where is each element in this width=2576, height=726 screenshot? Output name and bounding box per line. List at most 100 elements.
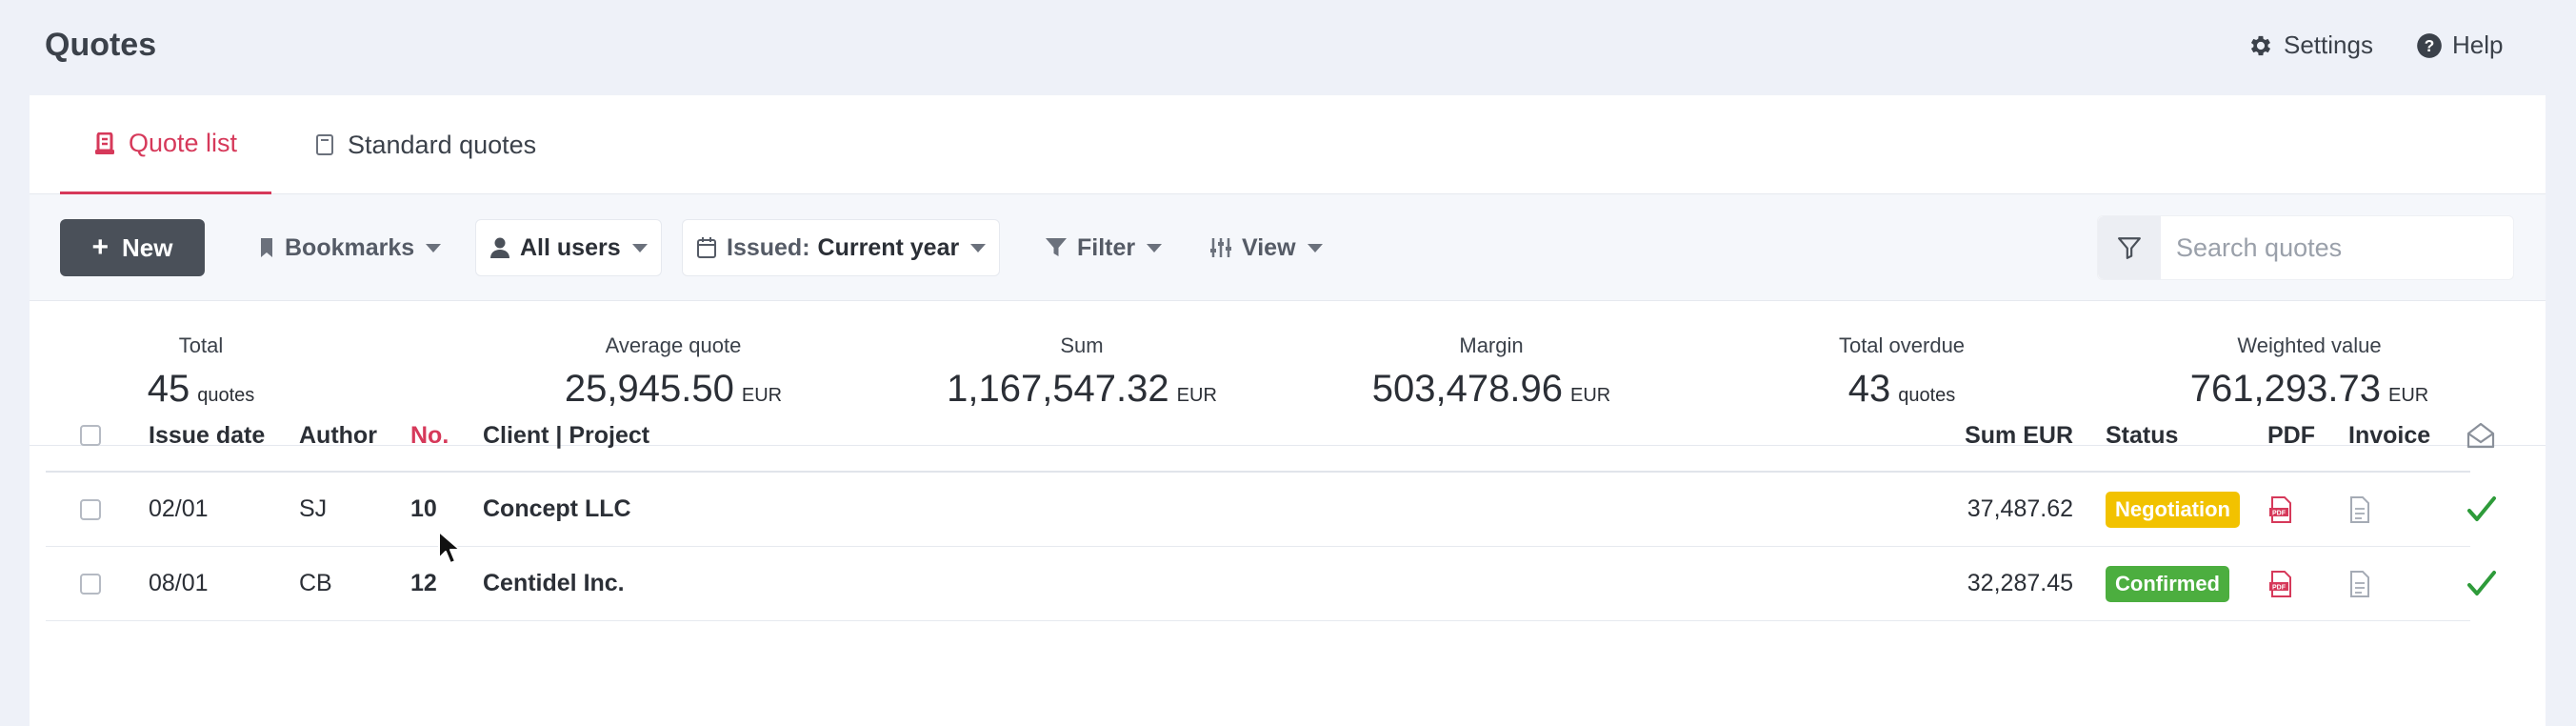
- new-button-label: New: [122, 232, 173, 262]
- svg-text:PDF: PDF: [2272, 584, 2286, 591]
- chevron-down-icon: [970, 243, 987, 252]
- column-issue-date[interactable]: Issue date: [149, 400, 265, 471]
- bookmark-icon: [261, 238, 272, 257]
- status-badge[interactable]: Confirmed: [2106, 565, 2229, 602]
- sum-value: 32,287.45: [1967, 570, 2073, 596]
- invoice-document-icon[interactable]: [2348, 495, 2371, 524]
- chevron-down-icon: [1147, 243, 1163, 252]
- column-sent: [2466, 400, 2495, 471]
- stat-average-quote: Average quote 25,945.50 EUR: [565, 333, 782, 411]
- view-dropdown[interactable]: View: [1196, 219, 1336, 276]
- quote-number: 10: [410, 495, 437, 522]
- invoice-cell: [2348, 547, 2371, 620]
- search-box: [2097, 215, 2514, 280]
- sliders-icon: [1210, 238, 1231, 257]
- quote-list-icon: [95, 131, 114, 154]
- help-link[interactable]: ? Help: [2416, 30, 2503, 60]
- client-name[interactable]: Concept LLC: [483, 473, 631, 546]
- select-all-checkbox[interactable]: [80, 425, 101, 446]
- stat-total-overdue: Total overdue 43 quotes: [1839, 333, 1965, 411]
- tab-quote-list-label: Quote list: [129, 129, 238, 157]
- column-no[interactable]: No.: [410, 400, 449, 471]
- plus-icon: +: [91, 232, 110, 263]
- mouse-cursor-icon: [438, 531, 461, 564]
- row-select-cell: [80, 547, 101, 620]
- top-bar: Quotes Settings ? Help: [0, 0, 2576, 95]
- table-row[interactable]: 02/01 SJ 10 Concept LLC 37,487.62 Negoti…: [46, 473, 2496, 547]
- row-checkbox[interactable]: [80, 498, 101, 520]
- stat-label: Weighted value: [2237, 333, 2382, 357]
- issue-date: 02/01: [149, 495, 209, 522]
- pdf-cell: PDF: [2267, 473, 2294, 546]
- issued-value: Current year: [817, 233, 960, 261]
- issue-date: 08/01: [149, 570, 209, 596]
- status-cell: Confirmed: [2106, 547, 2229, 620]
- stat-weighted-value: Weighted value 761,293.73 EUR: [2190, 333, 2428, 411]
- search-input[interactable]: [2161, 216, 2513, 279]
- issued-dropdown[interactable]: Issued: Current year: [682, 219, 1001, 276]
- stat-total: Total 45 quotes: [148, 333, 255, 411]
- invoice-cell: [2348, 473, 2371, 546]
- pdf-cell: PDF: [2267, 547, 2294, 620]
- row-select-cell: [80, 473, 101, 546]
- view-label: View: [1242, 233, 1296, 261]
- help-label: Help: [2452, 30, 2504, 59]
- stat-label: Total: [178, 333, 224, 357]
- filter-label: Filter: [1077, 233, 1136, 261]
- table-header-row: Issue date Author No. Client | Project S…: [46, 400, 2495, 473]
- funnel-icon: [1046, 238, 1067, 256]
- column-author[interactable]: Author: [299, 400, 377, 471]
- filter-dropdown[interactable]: Filter: [1031, 219, 1175, 276]
- search-filter-button[interactable]: [2098, 216, 2161, 279]
- quotes-table: Issue date Author No. Client | Project S…: [46, 400, 2496, 621]
- status-cell: Negotiation: [2106, 473, 2240, 546]
- users-dropdown[interactable]: All users: [475, 219, 662, 276]
- column-pdf: PDF: [2267, 421, 2315, 449]
- column-client-project[interactable]: Client | Project: [483, 400, 649, 471]
- stat-margin: Margin 503,478.96 EUR: [1372, 333, 1610, 411]
- tab-quote-list[interactable]: Quote list: [60, 95, 272, 194]
- funnel-outline-icon: [2118, 237, 2141, 259]
- envelope-open-icon: [2466, 422, 2495, 449]
- status-badge[interactable]: Negotiation: [2106, 491, 2240, 528]
- stat-sum: Sum 1,167,547.32 EUR: [947, 333, 1217, 411]
- checkmark-icon: [2467, 570, 2496, 595]
- issued-label: Issued:: [727, 233, 810, 261]
- svg-text:?: ?: [2425, 35, 2435, 54]
- tab-standard-quotes[interactable]: Standard quotes: [306, 95, 546, 194]
- client-name[interactable]: Centidel Inc.: [483, 547, 625, 620]
- svg-text:PDF: PDF: [2272, 510, 2286, 516]
- invoice-document-icon[interactable]: [2348, 570, 2371, 598]
- user-icon: [490, 237, 509, 258]
- chevron-down-icon: [1307, 243, 1323, 252]
- users-label: All users: [520, 233, 621, 261]
- pdf-icon[interactable]: PDF: [2267, 495, 2294, 524]
- bookmarks-dropdown[interactable]: Bookmarks: [245, 219, 454, 276]
- calendar-icon: [697, 237, 716, 258]
- row-checkbox[interactable]: [80, 573, 101, 595]
- stat-label: Total overdue: [1838, 333, 1966, 357]
- column-sum[interactable]: Sum EUR: [1907, 400, 2073, 471]
- bookmarks-label: Bookmarks: [285, 233, 415, 261]
- settings-label: Settings: [2284, 30, 2373, 59]
- toolbar: + New Bookmarks All users Issued: Curren…: [30, 194, 2546, 301]
- sum-value: 37,487.62: [1967, 495, 2073, 522]
- tab-standard-quotes-label: Standard quotes: [348, 130, 537, 159]
- gear-icon: [2250, 35, 2271, 55]
- column-status[interactable]: Status: [2106, 400, 2178, 471]
- settings-link[interactable]: Settings: [2247, 30, 2373, 60]
- table-row[interactable]: 08/01 CB 12 Centidel Inc. 32,287.45 Conf…: [46, 547, 2496, 621]
- sent-cell: [2466, 473, 2497, 546]
- help-icon: ?: [2417, 32, 2442, 58]
- tab-bar: Quote list Standard quotes: [30, 95, 2546, 194]
- stat-label: Average quote: [605, 333, 742, 357]
- stat-label: Margin: [1459, 333, 1524, 357]
- page-title: Quotes: [45, 27, 157, 63]
- new-quote-button[interactable]: + New: [60, 219, 205, 276]
- author: SJ: [299, 495, 328, 522]
- checkmark-icon: [2467, 495, 2496, 521]
- sent-cell: [2466, 547, 2497, 620]
- column-invoice: Invoice: [2348, 421, 2431, 449]
- pdf-icon[interactable]: PDF: [2267, 570, 2294, 598]
- quote-number: 12: [410, 570, 437, 596]
